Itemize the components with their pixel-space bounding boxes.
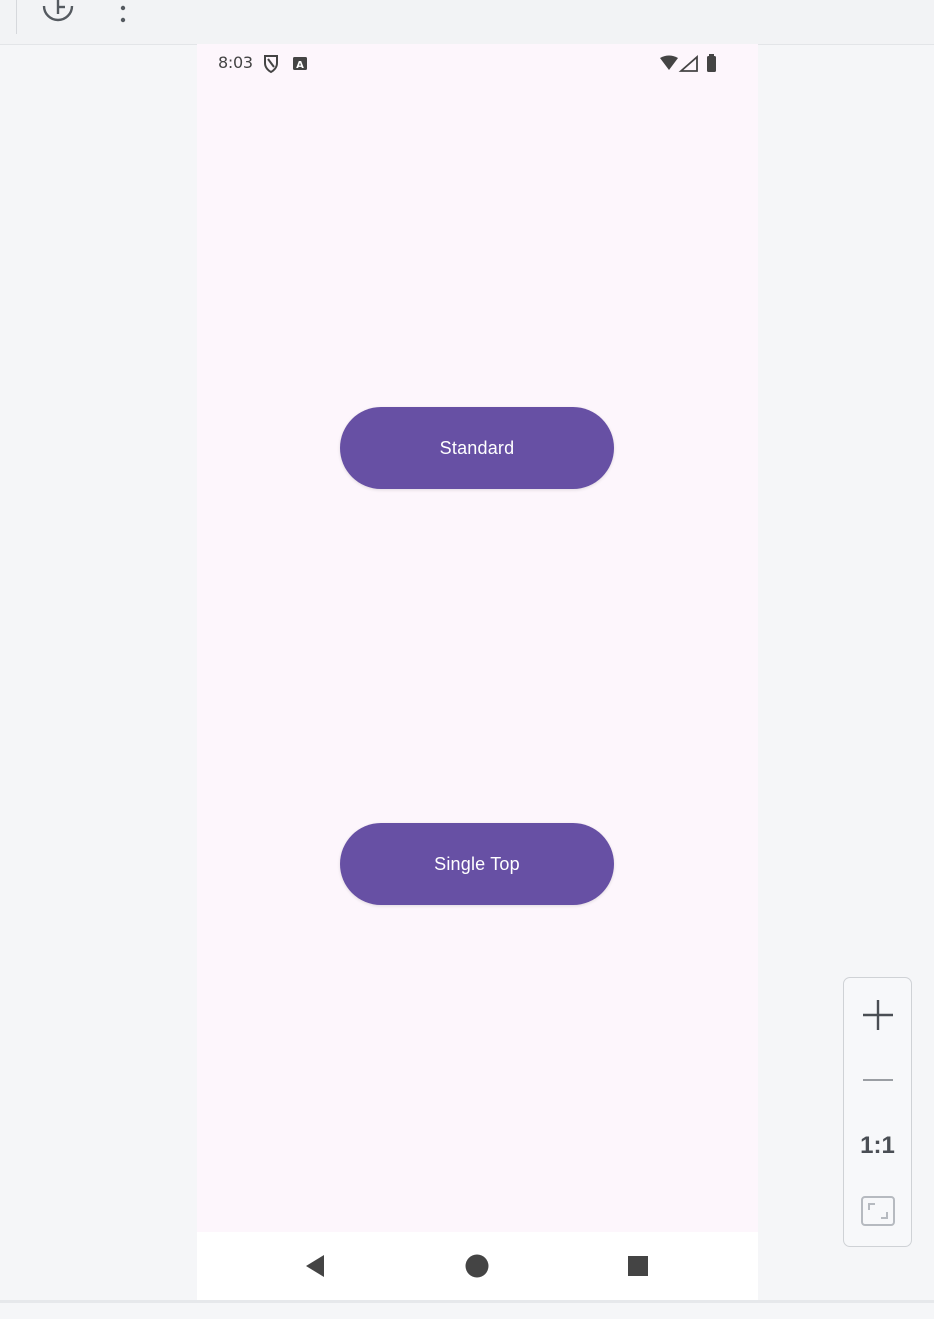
toolbar-divider (16, 0, 17, 34)
history-icon[interactable] (40, 0, 76, 30)
minus-icon[interactable] (844, 1062, 911, 1098)
zoom-ratio-label: 1:1 (860, 1132, 895, 1159)
navigation-bar (197, 1232, 758, 1300)
status-left-icons: A (263, 54, 323, 78)
wifi-icon (660, 55, 678, 70)
status-right-icons (658, 54, 722, 78)
shield-icon (264, 55, 278, 74)
more-vert-icon[interactable] (114, 0, 132, 30)
single-top-button[interactable]: Single Top (340, 823, 614, 905)
svg-text:A: A (296, 60, 304, 71)
signal-icon (678, 55, 698, 72)
status-time: 8:03 (218, 53, 253, 72)
plus-icon[interactable] (844, 992, 911, 1038)
battery-icon (707, 56, 716, 72)
device-screen: 8:03 A Standard Single Top (197, 44, 758, 1300)
fit-screen-icon[interactable] (844, 1190, 911, 1232)
standard-button[interactable]: Standard (340, 407, 614, 489)
back-icon[interactable] (287, 1232, 343, 1300)
status-bar: 8:03 A (197, 44, 758, 84)
emulator-toolbar (0, 0, 934, 45)
home-icon[interactable] (449, 1232, 505, 1300)
bottom-divider (0, 1300, 934, 1303)
notification-a-icon: A (293, 57, 307, 71)
recents-icon[interactable] (610, 1232, 666, 1300)
zoom-controls: 1:1 (843, 977, 912, 1247)
zoom-ratio-button[interactable]: 1:1 (844, 1126, 911, 1166)
